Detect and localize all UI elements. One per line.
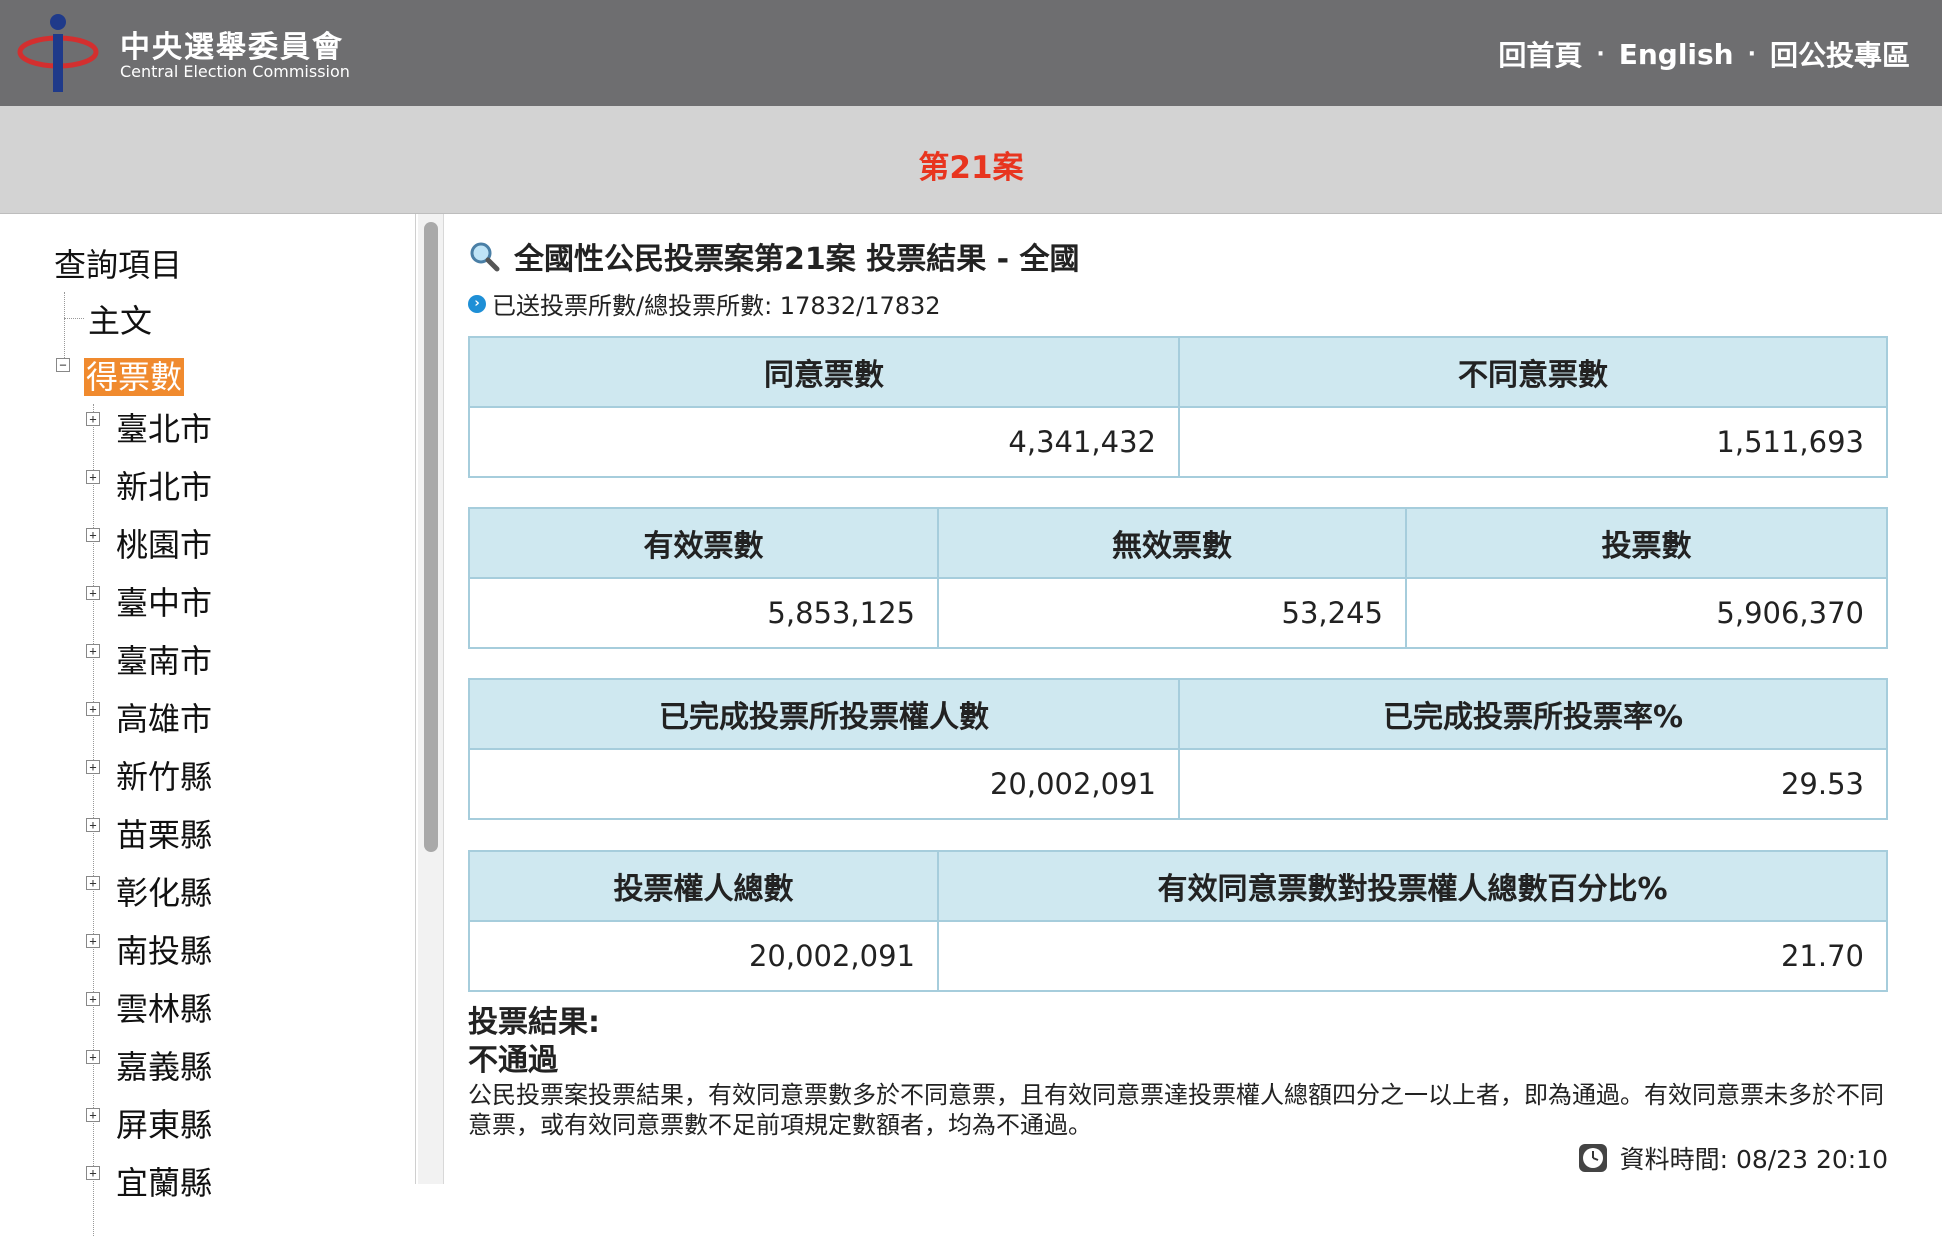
turnout-table: 已完成投票所投票權人數 已完成投票所投票率% 20,002,091 29.53: [468, 678, 1888, 820]
tree-node-label: 主文: [88, 302, 153, 340]
total-eligible-header: 投票權人總數: [468, 850, 939, 922]
magnifier-icon: [470, 242, 500, 272]
case-band: 第21案: [0, 106, 1942, 214]
data-time: 資料時間: 08/23 20:10: [1578, 1140, 1888, 1176]
tree-node-region[interactable]: 苗栗縣: [116, 810, 212, 856]
tree-node-label: 臺中市: [116, 584, 213, 622]
expand-icon[interactable]: +: [86, 876, 100, 890]
org-name-en: Central Election Commission: [120, 62, 350, 81]
expand-icon[interactable]: +: [86, 528, 100, 542]
expand-icon[interactable]: +: [86, 586, 100, 600]
tree-node-region[interactable]: 臺南市: [116, 636, 212, 682]
tree-node-region[interactable]: 高雄市: [116, 694, 212, 740]
tree-node-region[interactable]: 屏東縣: [116, 1100, 212, 1146]
tree-node-region[interactable]: 新竹縣: [116, 752, 212, 798]
tree-node-label: 宜蘭縣: [116, 1164, 213, 1202]
tree-connector: [64, 292, 65, 362]
tree-node-label: 得票數: [84, 358, 185, 396]
expand-icon[interactable]: +: [86, 702, 100, 716]
threshold-table: 投票權人總數 有效同意票數對投票權人總數百分比% 20,002,091 21.7…: [468, 850, 1888, 992]
home-link[interactable]: 回首頁: [1498, 34, 1582, 74]
expand-icon[interactable]: +: [86, 934, 100, 948]
disagree-votes-value: 1,511,693: [1178, 406, 1888, 478]
referendum-area-link[interactable]: 回公投專區: [1770, 34, 1910, 74]
result-value: 不通過: [468, 1043, 558, 1078]
expand-icon[interactable]: +: [86, 818, 100, 832]
tree-node-label: 彰化縣: [116, 874, 213, 912]
expand-icon[interactable]: +: [86, 644, 100, 658]
invalid-votes-header: 無效票數: [937, 507, 1407, 579]
top-nav: 回首頁 · English · 回公投專區: [1498, 34, 1910, 74]
expand-icon[interactable]: +: [86, 470, 100, 484]
tree-node-label: 新北市: [116, 468, 213, 506]
tree-node-label: 嘉義縣: [116, 1048, 213, 1086]
agree-percentage-header: 有效同意票數對投票權人總數百分比%: [937, 850, 1888, 922]
arrow-bullet-icon: ›: [468, 294, 486, 313]
english-link[interactable]: English: [1619, 38, 1734, 71]
tree-node-label: 桃園市: [116, 526, 213, 564]
tree-node-region[interactable]: 雲林縣: [116, 984, 212, 1030]
tree-connector: [64, 318, 84, 319]
tree-node-region[interactable]: 臺北市: [116, 404, 212, 450]
tree-node-label: 南投縣: [116, 932, 213, 970]
stations-count-text: 已送投票所數/總投票所數: 17832/17832: [492, 292, 941, 320]
tree-node-region[interactable]: 嘉義縣: [116, 1042, 212, 1088]
expand-icon[interactable]: +: [86, 1108, 100, 1122]
tree-node-region[interactable]: 臺中市: [116, 578, 212, 624]
page-title-text: 全國性公民投票案第21案 投票結果 - 全國: [514, 242, 1080, 277]
valid-votes-value: 5,853,125: [468, 577, 939, 649]
tree-node-region[interactable]: 宜蘭縣: [116, 1158, 212, 1204]
tree-node-label: 雲林縣: [116, 990, 213, 1028]
collapse-icon[interactable]: −: [56, 358, 70, 372]
valid-votes-header: 有效票數: [468, 507, 939, 579]
tree-node-votes[interactable]: 得票數: [84, 352, 185, 398]
total-votes-header: 投票數: [1405, 507, 1888, 579]
nav-separator: ·: [1747, 41, 1756, 67]
disagree-votes-header: 不同意票數: [1178, 336, 1888, 408]
votes-table: 同意票數 不同意票數 4,341,432 1,511,693: [468, 336, 1888, 478]
clock-icon: [1578, 1144, 1607, 1172]
invalid-votes-value: 53,245: [937, 577, 1407, 649]
eligible-voters-completed-value: 20,002,091: [468, 748, 1180, 820]
agree-votes-header: 同意票數: [468, 336, 1180, 408]
tree-node-label: 高雄市: [116, 700, 213, 738]
tree-node-label: 臺南市: [116, 642, 213, 680]
turnout-rate-value: 29.53: [1178, 748, 1888, 820]
tree-node-region[interactable]: 南投縣: [116, 926, 212, 972]
top-header: 中央選舉委員會 Central Election Commission 回首頁 …: [0, 0, 1942, 106]
turnout-rate-header: 已完成投票所投票率%: [1178, 678, 1888, 750]
expand-icon[interactable]: +: [86, 1166, 100, 1180]
case-title: 第21案: [918, 150, 1024, 186]
cec-logo-icon[interactable]: [14, 8, 104, 98]
tree-node-region[interactable]: 桃園市: [116, 520, 212, 566]
total-votes-value: 5,906,370: [1405, 577, 1888, 649]
total-eligible-value: 20,002,091: [468, 920, 939, 992]
data-time-text: 資料時間: 08/23 20:10: [1619, 1145, 1888, 1174]
org-name-zh: 中央選舉委員會: [120, 30, 344, 65]
eligible-voters-completed-header: 已完成投票所投票權人數: [468, 678, 1180, 750]
result-description: 公民投票案投票結果，有效同意票數多於不同意票，且有效同意票達投票權人總額四分之一…: [468, 1081, 1884, 1139]
expand-icon[interactable]: +: [86, 412, 100, 426]
result-heading: 投票結果:: [468, 1005, 600, 1040]
ballots-table: 有效票數 無效票數 投票數 5,853,125 53,245 5,906,370: [468, 507, 1888, 649]
result-section: 投票結果: 不通過: [468, 1004, 600, 1080]
agree-votes-value: 4,341,432: [468, 406, 1180, 478]
tree-node-region[interactable]: 彰化縣: [116, 868, 212, 914]
sidebar-scrollbar-thumb[interactable]: [424, 222, 438, 852]
expand-icon[interactable]: +: [86, 760, 100, 774]
tree-node-label: 苗栗縣: [116, 816, 213, 854]
expand-icon[interactable]: +: [86, 992, 100, 1006]
page-title: 全國性公民投票案第21案 投票結果 - 全國: [468, 234, 1080, 278]
tree-node-label: 新竹縣: [116, 758, 213, 796]
stations-count: › 已送投票所數/總投票所數: 17832/17832: [468, 286, 941, 321]
tree-node-label: 臺北市: [116, 410, 213, 448]
expand-icon[interactable]: +: [86, 1050, 100, 1064]
agree-percentage-value: 21.70: [937, 920, 1888, 992]
nav-separator: ·: [1596, 41, 1605, 67]
tree-root-label: 查詢項目: [54, 246, 183, 284]
tree-node-label: 屏東縣: [116, 1106, 213, 1144]
tree-node-region[interactable]: 新北市: [116, 462, 212, 508]
tree-node-main-text[interactable]: 主文: [88, 296, 152, 342]
